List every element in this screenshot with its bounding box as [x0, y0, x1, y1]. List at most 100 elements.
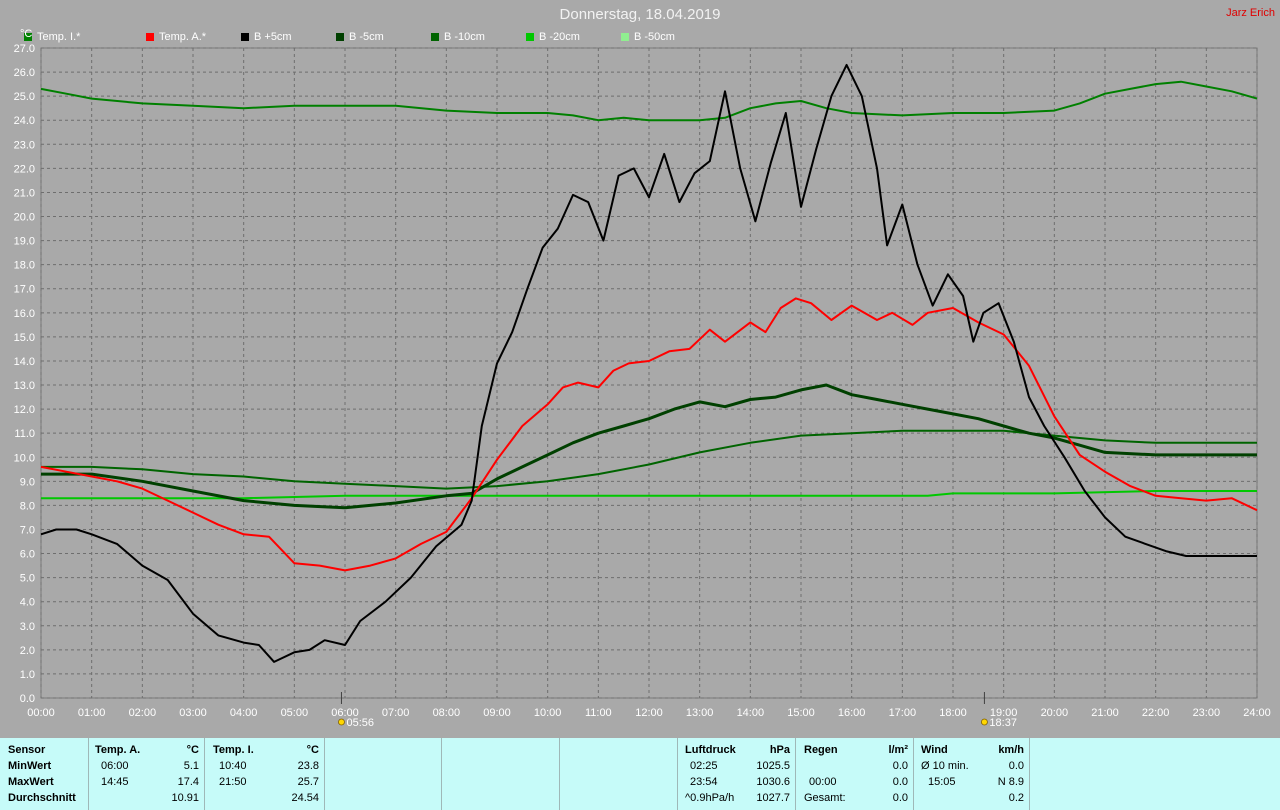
- stats-temp-a-header: Temp. A.: [95, 744, 141, 756]
- stats-pressure-min-time: 02:25: [690, 760, 718, 772]
- y-tick-label: 12.0: [14, 404, 35, 416]
- stats-pressure-max: 1030.6: [756, 776, 790, 788]
- x-tick-label: 18:00: [939, 707, 967, 719]
- stats-pressure-max-time: 23:54: [690, 776, 718, 788]
- stats-temp-i-header: Temp. I.: [213, 744, 254, 756]
- grid: [40, 47, 1258, 699]
- x-tick-label: 16:00: [838, 707, 866, 719]
- stats-temp-i-unit: °C: [306, 744, 319, 756]
- stats-pressure-avg: 1027.7: [756, 792, 790, 804]
- y-tick-label: 13.0: [14, 380, 35, 392]
- statistics-panel: Sensor MinWert MaxWert Durchschnitt Temp…: [0, 738, 1280, 810]
- stats-wind-avg: 0.0: [1008, 760, 1024, 772]
- x-tick-labels: 00:00 01:00 02:00 03:00 04:00 05:00 06:00 07:00…: [27, 707, 1271, 719]
- stats-wind-r3: 0.2: [1008, 792, 1024, 804]
- stats-wind-unit: km/h: [998, 744, 1024, 756]
- y-tick-label: 14.0: [14, 356, 35, 368]
- stats-temp-a-min-time: 06:00: [101, 760, 129, 772]
- stats-col-wind: Wind km/h Ø 10 min. 0.0 15:05 N 8.9 0.2: [913, 738, 1030, 810]
- stats-row-avg-label: Durchschnitt: [8, 792, 76, 804]
- stats-temp-i-max-time: 21:50: [219, 776, 247, 788]
- stats-col-empty-2: [441, 738, 560, 810]
- stats-pressure-unit: hPa: [769, 744, 790, 756]
- x-tick-label: 22:00: [1142, 707, 1170, 719]
- sun-marker-label: 05:56: [346, 717, 374, 729]
- y-tick-label: 10.0: [14, 452, 35, 464]
- y-tick-label: 18.0: [14, 260, 35, 272]
- stats-wind-max-time: 15:05: [928, 776, 956, 788]
- sun-marker-label: 18:37: [989, 717, 1017, 729]
- y-tick-label: 7.0: [20, 524, 35, 536]
- stats-col-empty-1: [324, 738, 442, 810]
- stats-rain-r2: 0.0: [892, 776, 908, 788]
- stats-rain-total: 0.0: [892, 792, 908, 804]
- x-tick-label: 00:00: [27, 707, 55, 719]
- stats-temp-i-min: 23.8: [297, 760, 319, 772]
- x-tick-label: 23:00: [1193, 707, 1221, 719]
- y-tick-label: 24.0: [14, 115, 35, 127]
- x-tick-label: 09:00: [483, 707, 511, 719]
- stats-temp-a-min: 5.1: [183, 760, 199, 772]
- temperature-chart: °C 0.0 1.0 2.0 3.0 4.0 5.0 6.0 7.0 8.0 9.0 10.0 11.…: [14, 28, 1271, 729]
- x-tick-label: 01:00: [78, 707, 106, 719]
- stats-rain-r1: 0.0: [892, 760, 908, 772]
- y-tick-label: 3.0: [20, 621, 35, 633]
- x-tick-label: 14:00: [737, 707, 765, 719]
- stats-row-max-label: MaxWert: [8, 776, 54, 788]
- stats-rain-time: 00:00: [809, 776, 837, 788]
- y-tick-label: 6.0: [20, 549, 35, 561]
- x-tick-label: 08:00: [433, 707, 461, 719]
- y-tick-label: 17.0: [14, 284, 35, 296]
- y-tick-label: 26.0: [14, 67, 35, 79]
- stats-wind-header: Wind: [921, 744, 948, 756]
- y-axis-unit: °C: [20, 28, 32, 40]
- stats-temp-a-max: 17.4: [177, 776, 199, 788]
- stats-wind-max: N 8.9: [997, 776, 1024, 788]
- x-tick-label: 24:00: [1243, 707, 1271, 719]
- stats-col-empty-3: [559, 738, 678, 810]
- x-tick-label: 12:00: [635, 707, 663, 719]
- x-tick-label: 11:00: [585, 707, 612, 719]
- x-tick-label: 03:00: [179, 707, 207, 719]
- y-tick-label: 22.0: [14, 163, 35, 175]
- stats-sensor-header: Sensor: [8, 744, 46, 756]
- y-tick-labels: 0.0 1.0 2.0 3.0 4.0 5.0 6.0 7.0 8.0 9.0 10.0 11.0 12…: [14, 43, 35, 705]
- y-tick-label: 1.0: [20, 669, 35, 681]
- stats-col-temp-a: Temp. A. °C 06:00 5.1 14:45 17.4 10.91: [88, 738, 205, 810]
- y-tick-label: 2.0: [20, 645, 35, 657]
- stats-col-empty-4: [1029, 738, 1280, 810]
- y-tick-label: 23.0: [14, 139, 35, 151]
- y-tick-label: 8.0: [20, 500, 35, 512]
- x-tick-label: 10:00: [534, 707, 562, 719]
- x-tick-label: 05:00: [281, 707, 309, 719]
- stats-temp-a-unit: °C: [186, 744, 199, 756]
- x-tick-label: 07:00: [382, 707, 410, 719]
- stats-col-pressure: Luftdruck hPa 02:25 1025.5 23:54 1030.6 …: [677, 738, 796, 810]
- y-tick-label: 15.0: [14, 332, 35, 344]
- x-tick-label: 02:00: [129, 707, 157, 719]
- y-tick-label: 21.0: [14, 187, 35, 199]
- stats-pressure-trend: ^0.9hPa/h: [685, 792, 735, 804]
- stats-pressure-header: Luftdruck: [685, 744, 736, 756]
- stats-rain-header: Regen: [804, 744, 838, 756]
- sun-icon: [981, 718, 988, 726]
- stats-temp-a-max-time: 14:45: [101, 776, 129, 788]
- y-tick-label: 16.0: [14, 308, 35, 320]
- x-tick-label: 20:00: [1041, 707, 1069, 719]
- y-tick-label: 0.0: [20, 693, 35, 705]
- stats-temp-i-min-time: 10:40: [219, 760, 247, 772]
- stats-rain-total-label: Gesamt:: [804, 792, 846, 804]
- stats-rain-unit: l/m²: [888, 744, 908, 756]
- y-tick-label: 11.0: [14, 428, 35, 440]
- y-tick-label: 19.0: [14, 236, 35, 248]
- stats-temp-i-avg: 24.54: [291, 792, 319, 804]
- x-tick-label: 17:00: [889, 707, 917, 719]
- stats-col-temp-i: Temp. I. °C 10:40 23.8 21:50 25.7 24.54: [204, 738, 325, 810]
- x-tick-label: 15:00: [787, 707, 815, 719]
- y-tick-label: 27.0: [14, 43, 35, 55]
- y-tick-label: 9.0: [20, 476, 35, 488]
- stats-wind-avg-label: Ø 10 min.: [921, 760, 969, 772]
- y-tick-label: 25.0: [14, 91, 35, 103]
- y-tick-label: 4.0: [20, 597, 35, 609]
- x-tick-label: 04:00: [230, 707, 258, 719]
